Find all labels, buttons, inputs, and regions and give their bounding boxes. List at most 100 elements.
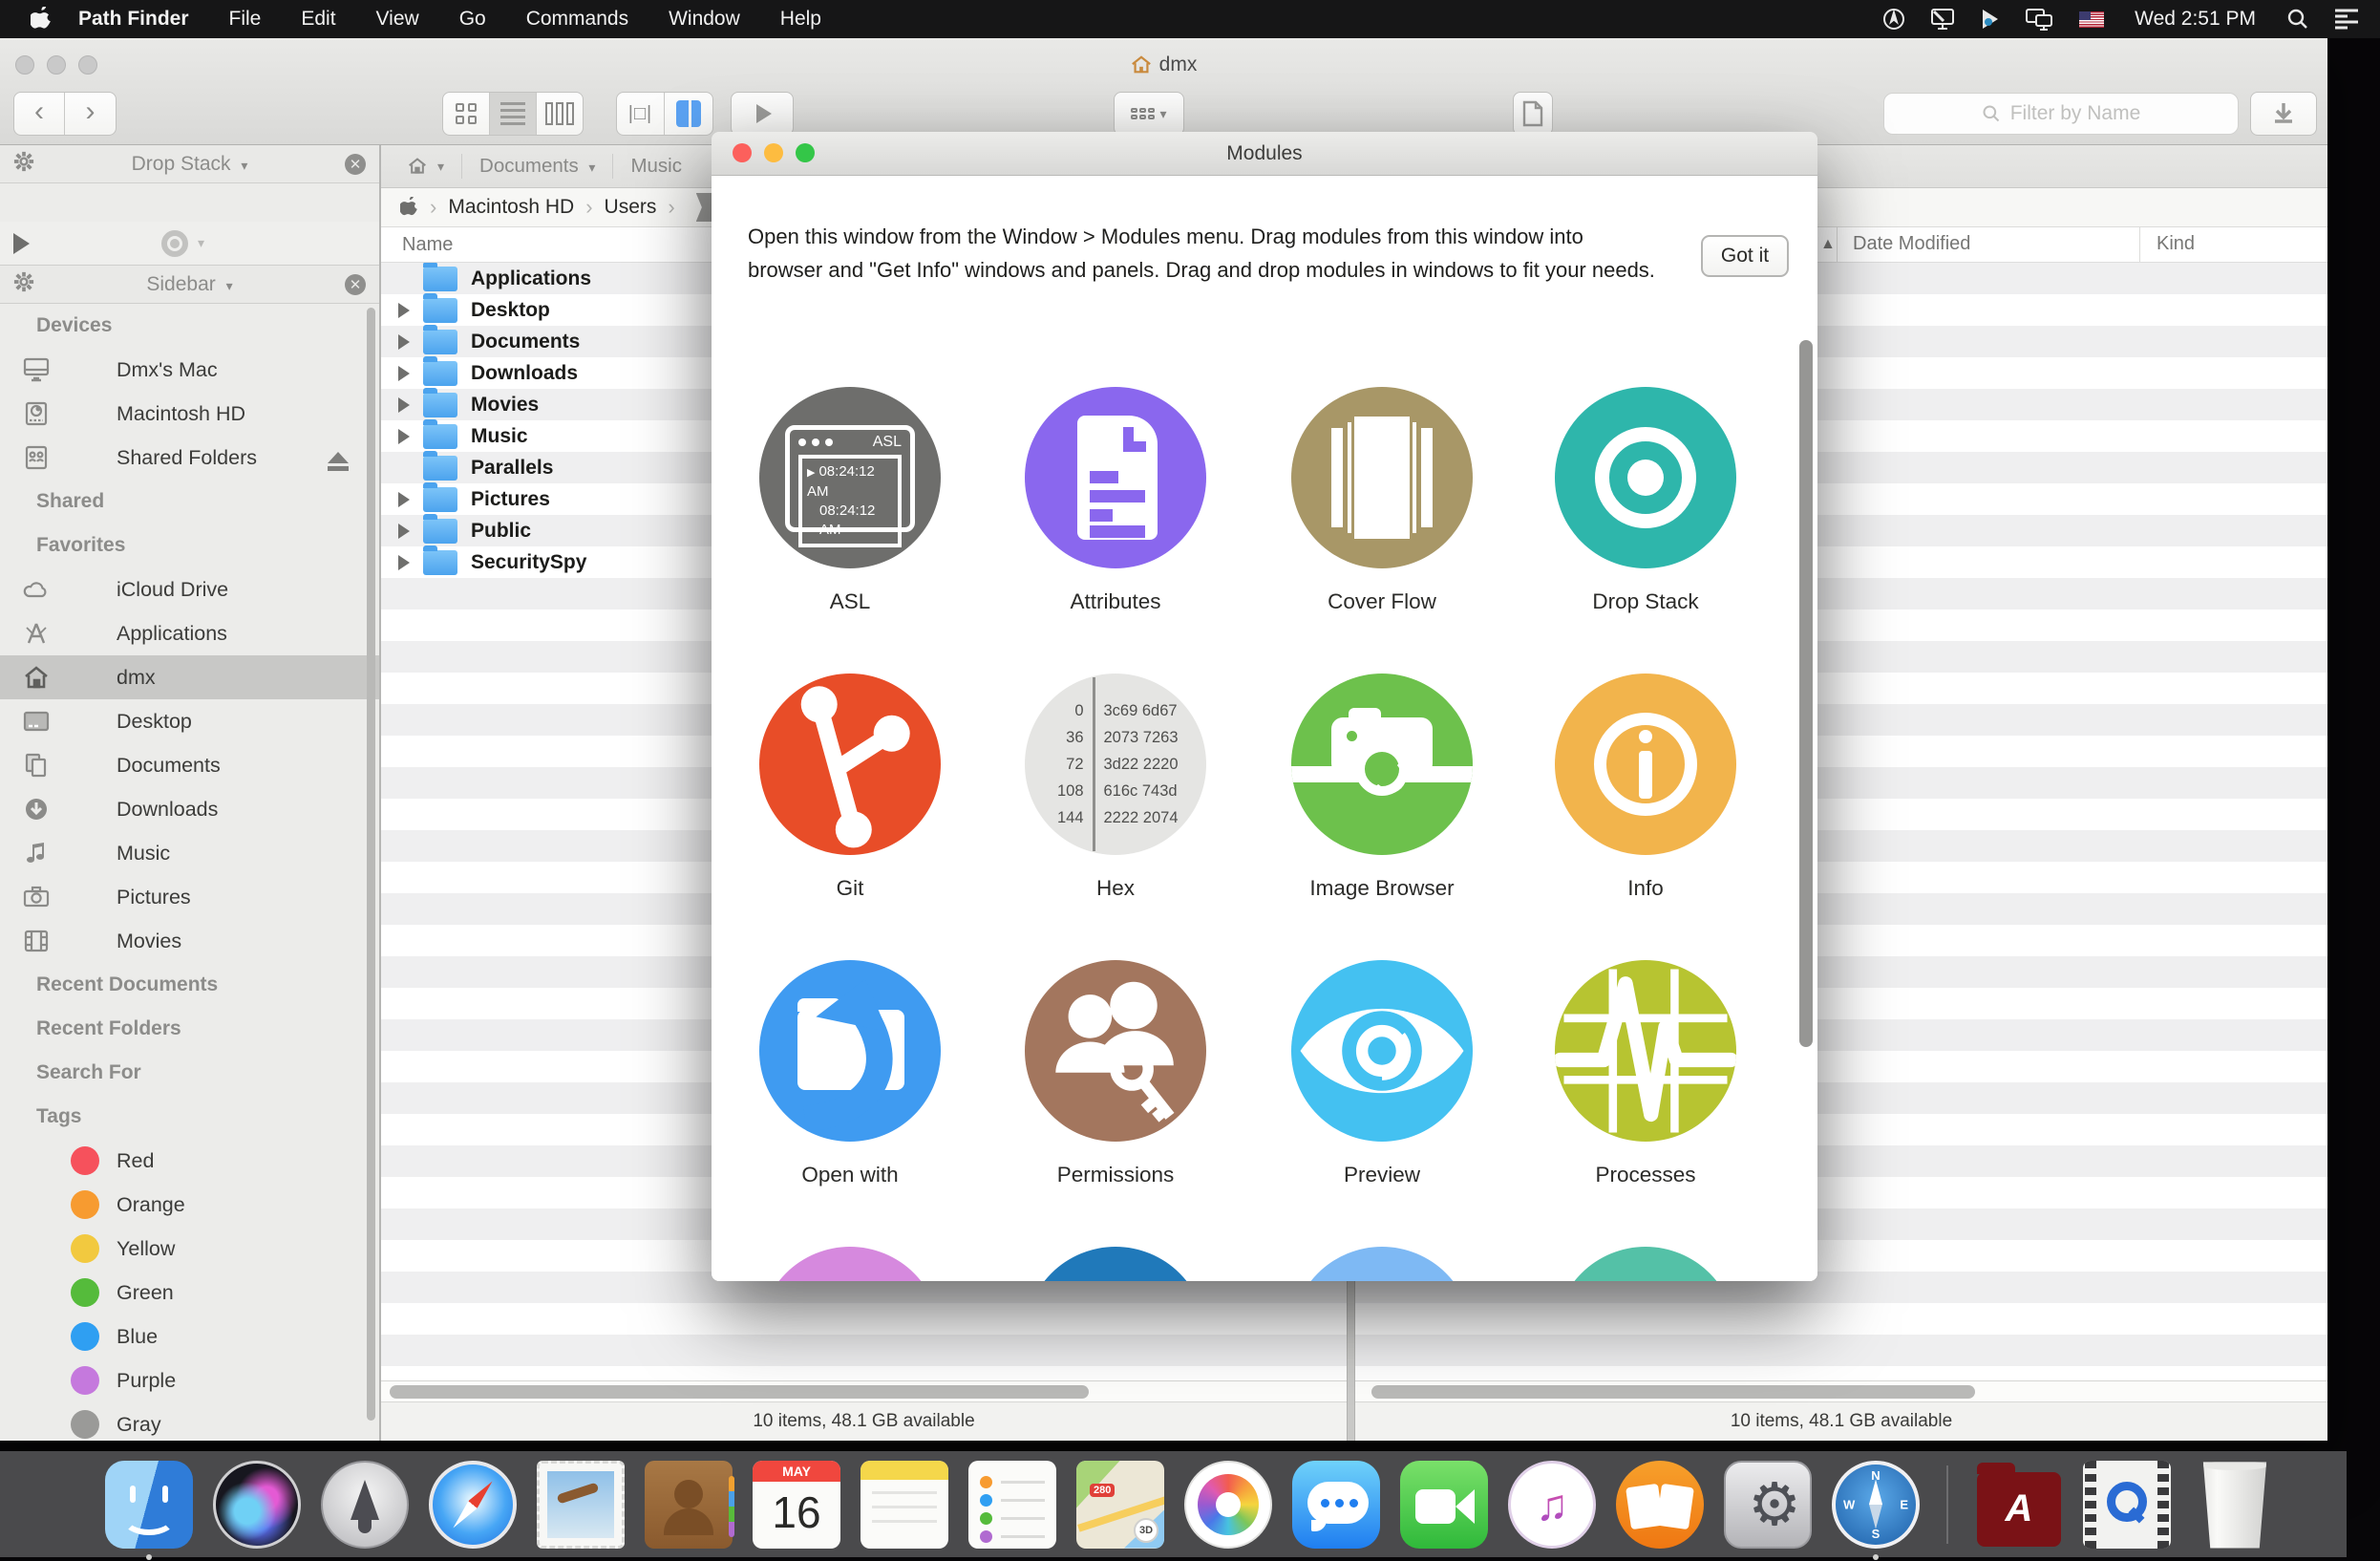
disclosure-triangle-icon[interactable] [398, 366, 410, 381]
document-info-button[interactable] [1513, 92, 1553, 136]
zoom-button[interactable] [796, 143, 815, 162]
sidebar-item-dmx-s-mac[interactable]: Dmx's Mac [0, 348, 379, 392]
menu-item-view[interactable]: View [356, 8, 439, 30]
close-panel-icon[interactable]: ✕ [345, 154, 366, 175]
sidebar-item-pictures[interactable]: Pictures [0, 875, 379, 919]
disclosure-triangle-icon[interactable] [398, 492, 410, 507]
drop-stack-body[interactable]: ▾ [0, 222, 379, 266]
preview-module-icon[interactable] [1291, 960, 1473, 1142]
sidebar-item-music[interactable]: Music [0, 831, 379, 875]
sidebar-item-orange[interactable]: Orange [0, 1183, 379, 1227]
sidebar-item-gray[interactable]: Gray [0, 1402, 379, 1441]
drop-stack-title[interactable]: Drop Stack ▾ [34, 153, 345, 176]
location-icon[interactable] [1882, 8, 1905, 31]
dock-item-trash[interactable] [2189, 1459, 2281, 1550]
tab-music[interactable]: Music [630, 155, 682, 178]
menu-item-file[interactable]: File [209, 8, 282, 30]
sidebar-title[interactable]: Sidebar ▾ [34, 273, 345, 296]
info-module-icon[interactable] [1555, 674, 1736, 855]
date-modified-header[interactable]: Date Modified [1853, 233, 1970, 255]
module-hex[interactable]: 036721081443c69 6d672073 72633d22 222061… [991, 674, 1240, 901]
close-panel-icon[interactable]: ✕ [345, 274, 366, 295]
permissions-module-icon[interactable] [1025, 960, 1206, 1142]
cover-flow-button[interactable]: |□| [617, 93, 665, 135]
module-partial-icon[interactable] [1555, 1247, 1736, 1281]
dock-item-itunes[interactable]: ♫ [1506, 1459, 1598, 1550]
menu-clock[interactable]: Wed 2:51 PM [2135, 8, 2256, 31]
disclosure-triangle-icon[interactable] [398, 334, 410, 350]
module-drop-stack[interactable]: Drop Stack [1521, 387, 1770, 614]
dock-item-contacts[interactable] [643, 1459, 734, 1550]
disclosure-triangle-icon[interactable] [398, 397, 410, 413]
dock-item-facetime[interactable] [1398, 1459, 1490, 1550]
dock-item-notes[interactable] [859, 1459, 950, 1550]
dock-item-photos[interactable] [1182, 1459, 1274, 1550]
module-processes[interactable]: Processes [1521, 960, 1770, 1187]
dual-pane-button[interactable] [665, 93, 712, 135]
download-button[interactable] [2250, 92, 2317, 136]
dock-item-siri[interactable] [211, 1459, 303, 1550]
imagebrowser-module-icon[interactable] [1291, 674, 1473, 855]
slideshow-button[interactable] [731, 92, 794, 136]
breadcrumb-item[interactable]: Macintosh HD [448, 196, 574, 219]
module-asl[interactable]: ASL▶08:24:12 AM08:24:12 AMASL [726, 387, 974, 614]
menu-item-commands[interactable]: Commands [506, 8, 648, 30]
left-hscrollbar[interactable] [381, 1380, 1347, 1401]
dock-item-ibooks[interactable] [1614, 1459, 1706, 1550]
menu-item-edit[interactable]: Edit [281, 8, 355, 30]
gear-icon[interactable] [13, 271, 34, 298]
notification-center-icon[interactable] [2334, 9, 2359, 30]
asl-module-icon[interactable]: ASL▶08:24:12 AM08:24:12 AM [759, 387, 941, 568]
breadcrumb-apple-icon[interactable] [400, 197, 418, 218]
sidebar-item-dmx[interactable]: dmx [0, 655, 379, 699]
view-options-button[interactable]: ▾ [1114, 92, 1184, 136]
eject-icon[interactable] [328, 452, 349, 463]
sidebar-item-shared-folders[interactable]: Shared Folders [0, 436, 379, 480]
input-source-flag-icon[interactable] [2079, 11, 2104, 28]
dropstack-module-icon[interactable] [1555, 387, 1736, 568]
module-attributes[interactable]: Attributes [991, 387, 1240, 614]
openwith-module-icon[interactable] [759, 960, 941, 1142]
tab-documents[interactable]: Documents ▾ [479, 155, 595, 178]
menu-item-go[interactable]: Go [439, 8, 506, 30]
dock-item-path-finder[interactable]: NSWE [1830, 1459, 1922, 1550]
sidebar-item-movies[interactable]: Movies [0, 919, 379, 963]
module-cover-flow[interactable]: Cover Flow [1258, 387, 1506, 614]
sidebar-scrollbar[interactable] [367, 308, 375, 1421]
sort-ascending-icon[interactable]: ▲ [1820, 236, 1836, 253]
sidebar-item-purple[interactable]: Purple [0, 1358, 379, 1402]
disclosure-triangle-icon[interactable] [398, 555, 410, 570]
sidebar-item-macintosh-hd[interactable]: Macintosh HD [0, 392, 379, 436]
icon-view-button[interactable] [443, 93, 490, 135]
module-permissions[interactable]: Permissions [991, 960, 1240, 1187]
gear-icon[interactable] [13, 151, 34, 178]
minimize-button[interactable] [764, 143, 783, 162]
sidebar-item-downloads[interactable]: Downloads [0, 787, 379, 831]
module-open-with[interactable]: Open with [726, 960, 974, 1187]
play-icon[interactable] [13, 233, 30, 254]
got-it-button[interactable]: Got it [1701, 235, 1789, 277]
filter-input[interactable]: Filter by Name [1883, 93, 2239, 135]
forward-button[interactable]: › [65, 93, 116, 135]
disclosure-triangle-icon[interactable] [398, 429, 410, 444]
home-tab[interactable]: ▾ [408, 157, 444, 176]
module-partial-icon[interactable] [1025, 1247, 1206, 1281]
disclosure-triangle-icon[interactable] [398, 303, 410, 318]
list-view-button[interactable] [490, 93, 536, 135]
dock-item-mail[interactable] [535, 1459, 627, 1550]
dialog-scrollbar[interactable] [1799, 340, 1813, 1047]
sidebar-item-yellow[interactable]: Yellow [0, 1227, 379, 1271]
module-image-browser[interactable]: Image Browser [1258, 674, 1506, 901]
sidebar-item-red[interactable]: Red [0, 1139, 379, 1183]
processes-module-icon[interactable] [1555, 960, 1736, 1142]
dock-item-acrobat[interactable]: A [1973, 1459, 2065, 1550]
sidebar-item-icloud-drive[interactable]: iCloud Drive [0, 567, 379, 611]
dock-item-messages[interactable] [1290, 1459, 1382, 1550]
dock-item-quicktime[interactable] [2081, 1459, 2173, 1550]
close-button[interactable] [733, 143, 752, 162]
dock-item-safari[interactable] [427, 1459, 519, 1550]
column-view-button[interactable] [537, 93, 583, 135]
sidebar-item-applications[interactable]: Applications [0, 611, 379, 655]
display-icon[interactable] [1930, 8, 1955, 31]
disclosure-triangle-icon[interactable] [398, 524, 410, 539]
